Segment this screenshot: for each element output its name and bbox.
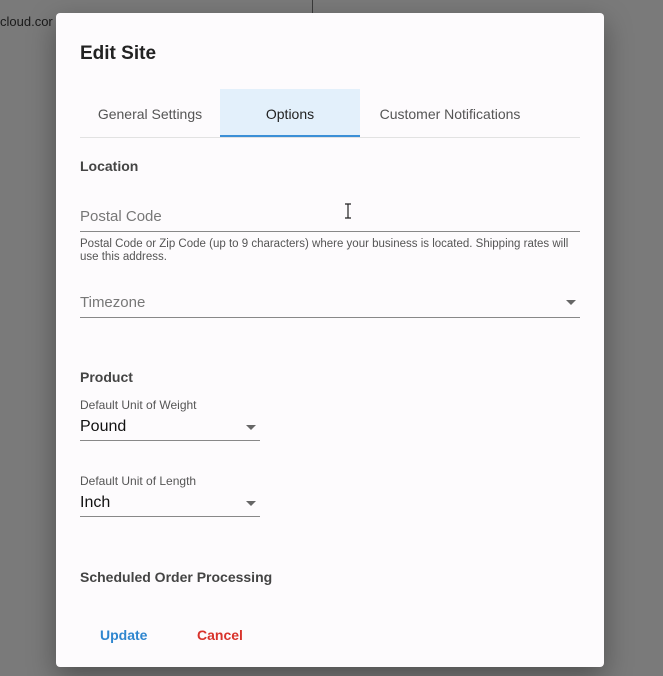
weight-unit-select[interactable]: Pound <box>80 415 260 441</box>
weight-unit-value: Pound <box>80 418 127 435</box>
background-divider <box>312 0 313 14</box>
tab-bar: General Settings Options Customer Notifi… <box>80 89 580 138</box>
tab-options[interactable]: Options <box>220 89 360 137</box>
timezone-select[interactable]: Timezone <box>80 290 580 318</box>
postal-code-helper-text: Postal Code or Zip Code (up to 9 charact… <box>80 238 569 263</box>
weight-unit-label: Default Unit of Weight <box>80 398 197 412</box>
postal-code-placeholder: Postal Code <box>80 208 162 225</box>
update-button[interactable]: Update <box>100 627 147 643</box>
product-heading: Product <box>80 369 133 385</box>
tab-customer-notifications[interactable]: Customer Notifications <box>360 89 540 137</box>
background-url-fragment: cloud.cor <box>0 14 53 29</box>
tab-general-settings[interactable]: General Settings <box>80 89 220 137</box>
length-unit-label: Default Unit of Length <box>80 474 197 488</box>
length-unit-value: Inch <box>80 494 111 511</box>
scheduled-order-processing-heading: Scheduled Order Processing <box>80 569 273 585</box>
dialog-title: Edit Site <box>80 43 157 64</box>
edit-site-dialog: Edit Site General Settings Options Custo… <box>56 13 604 667</box>
dropdown-caret-icon <box>566 300 576 305</box>
text-cursor-icon <box>345 203 351 219</box>
length-unit-select[interactable]: Inch <box>80 491 260 517</box>
dropdown-caret-icon <box>246 425 256 430</box>
location-heading: Location <box>80 158 139 174</box>
dropdown-caret-icon <box>246 501 256 506</box>
postal-code-input[interactable]: Postal Code <box>80 204 580 232</box>
timezone-placeholder: Timezone <box>80 294 146 311</box>
cancel-button[interactable]: Cancel <box>197 627 243 643</box>
